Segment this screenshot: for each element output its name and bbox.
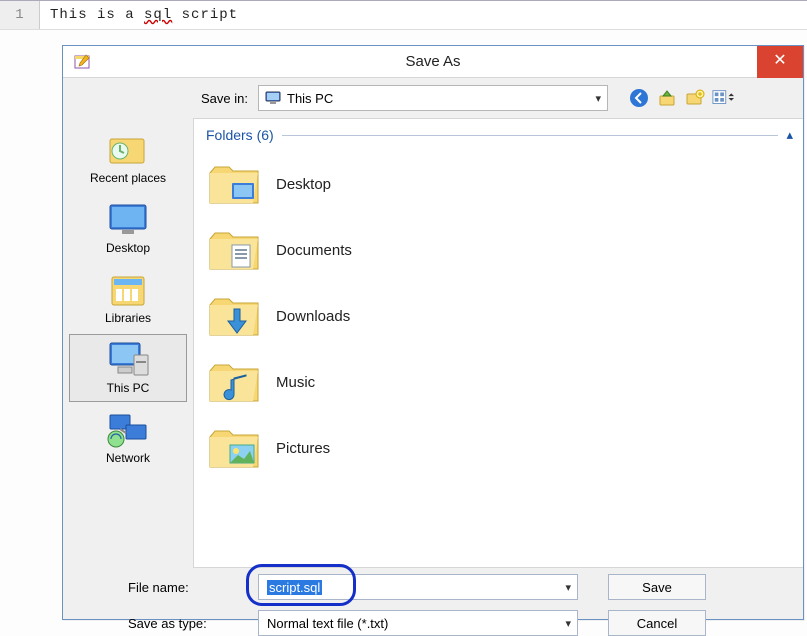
folder-label: Pictures (276, 440, 330, 457)
views-icon[interactable] (712, 87, 734, 109)
filename-input[interactable]: script.sql ▾ (258, 574, 578, 600)
place-label: This PC (72, 381, 184, 395)
new-folder-icon[interactable] (684, 87, 706, 109)
desktop-icon (104, 199, 152, 239)
files-pane: Folders (6) ▴ Desktop Documents (193, 118, 803, 568)
save-in-row: Save in: This PC ▾ (63, 78, 803, 118)
folder-downloads-icon (206, 291, 262, 341)
folder-label: Desktop (276, 176, 331, 193)
save-button[interactable]: Save (608, 574, 706, 600)
filename-row: File name: script.sql ▾ Save (63, 574, 793, 600)
folder-music-icon (206, 357, 262, 407)
place-label: Network (72, 451, 184, 465)
places-pane: Recent places Desktop Libraries This PC (63, 118, 193, 568)
folder-list: Desktop Documents Downloads (206, 151, 793, 481)
folder-label: Documents (276, 242, 352, 259)
place-label: Libraries (72, 311, 184, 325)
saveastype-combo[interactable]: Normal text file (*.txt) ▾ (258, 610, 578, 636)
editor-line: 1 This is a sql script (0, 0, 807, 30)
folder-documents-icon (206, 225, 262, 275)
code-prefix: This is a (50, 7, 144, 23)
titlebar: Save As ✕ (63, 46, 803, 78)
save-in-label: Save in: (63, 91, 258, 106)
line-number: 1 (0, 1, 40, 29)
place-label: Desktop (72, 241, 184, 255)
section-count: 6 (261, 127, 269, 143)
place-libraries[interactable]: Libraries (69, 264, 187, 332)
folder-desktop[interactable]: Desktop (206, 151, 793, 217)
folder-music[interactable]: Music (206, 349, 793, 415)
save-as-dialog: Save As ✕ Save in: This PC ▾ (62, 45, 804, 620)
close-button[interactable]: ✕ (757, 46, 803, 78)
chevron-down-icon[interactable]: ▾ (565, 617, 571, 630)
dialog-icon (73, 53, 91, 71)
folder-desktop-icon (206, 159, 262, 209)
folder-downloads[interactable]: Downloads (206, 283, 793, 349)
section-title: Folders (206, 127, 253, 143)
network-icon (104, 409, 152, 449)
bottom-rows: File name: script.sql ▾ Save Save as typ… (63, 568, 803, 636)
cancel-button[interactable]: Cancel (608, 610, 706, 636)
folder-pictures[interactable]: Pictures (206, 415, 793, 481)
folder-pictures-icon (206, 423, 262, 473)
place-network[interactable]: Network (69, 404, 187, 472)
folder-label: Downloads (276, 308, 350, 325)
filename-value: script.sql (267, 580, 322, 595)
folder-label: Music (276, 374, 315, 391)
up-folder-icon[interactable] (656, 87, 678, 109)
saveastype-row: Save as type: Normal text file (*.txt) ▾… (63, 610, 793, 636)
close-icon: ✕ (773, 52, 786, 69)
collapse-icon[interactable]: ▴ (786, 127, 793, 143)
folder-documents[interactable]: Documents (206, 217, 793, 283)
dialog-body: Recent places Desktop Libraries This PC (63, 118, 803, 568)
save-in-combo[interactable]: This PC ▾ (258, 85, 608, 111)
code-suffix: script (172, 7, 238, 23)
back-icon[interactable] (628, 87, 650, 109)
folders-section-header: Folders (6) ▴ (206, 127, 793, 143)
code-text[interactable]: This is a sql script (40, 7, 238, 23)
code-sql-word: sql (144, 7, 172, 23)
place-thispc[interactable]: This PC (69, 334, 187, 402)
section-divider (282, 135, 779, 136)
place-recent[interactable]: Recent places (69, 124, 187, 192)
save-in-value: This PC (287, 91, 333, 106)
libraries-icon (104, 269, 152, 309)
saveastype-value: Normal text file (*.txt) (267, 616, 388, 631)
recent-places-icon (104, 129, 152, 169)
filename-label: File name: (63, 580, 258, 595)
thispc-icon (104, 339, 152, 379)
computer-icon (265, 91, 281, 105)
dialog-title: Save As (405, 53, 460, 70)
toolbar-icons (628, 87, 734, 109)
chevron-down-icon[interactable]: ▾ (565, 581, 571, 594)
place-desktop[interactable]: Desktop (69, 194, 187, 262)
chevron-down-icon[interactable]: ▾ (595, 92, 601, 105)
place-label: Recent places (72, 171, 184, 185)
saveastype-label: Save as type: (63, 616, 258, 631)
